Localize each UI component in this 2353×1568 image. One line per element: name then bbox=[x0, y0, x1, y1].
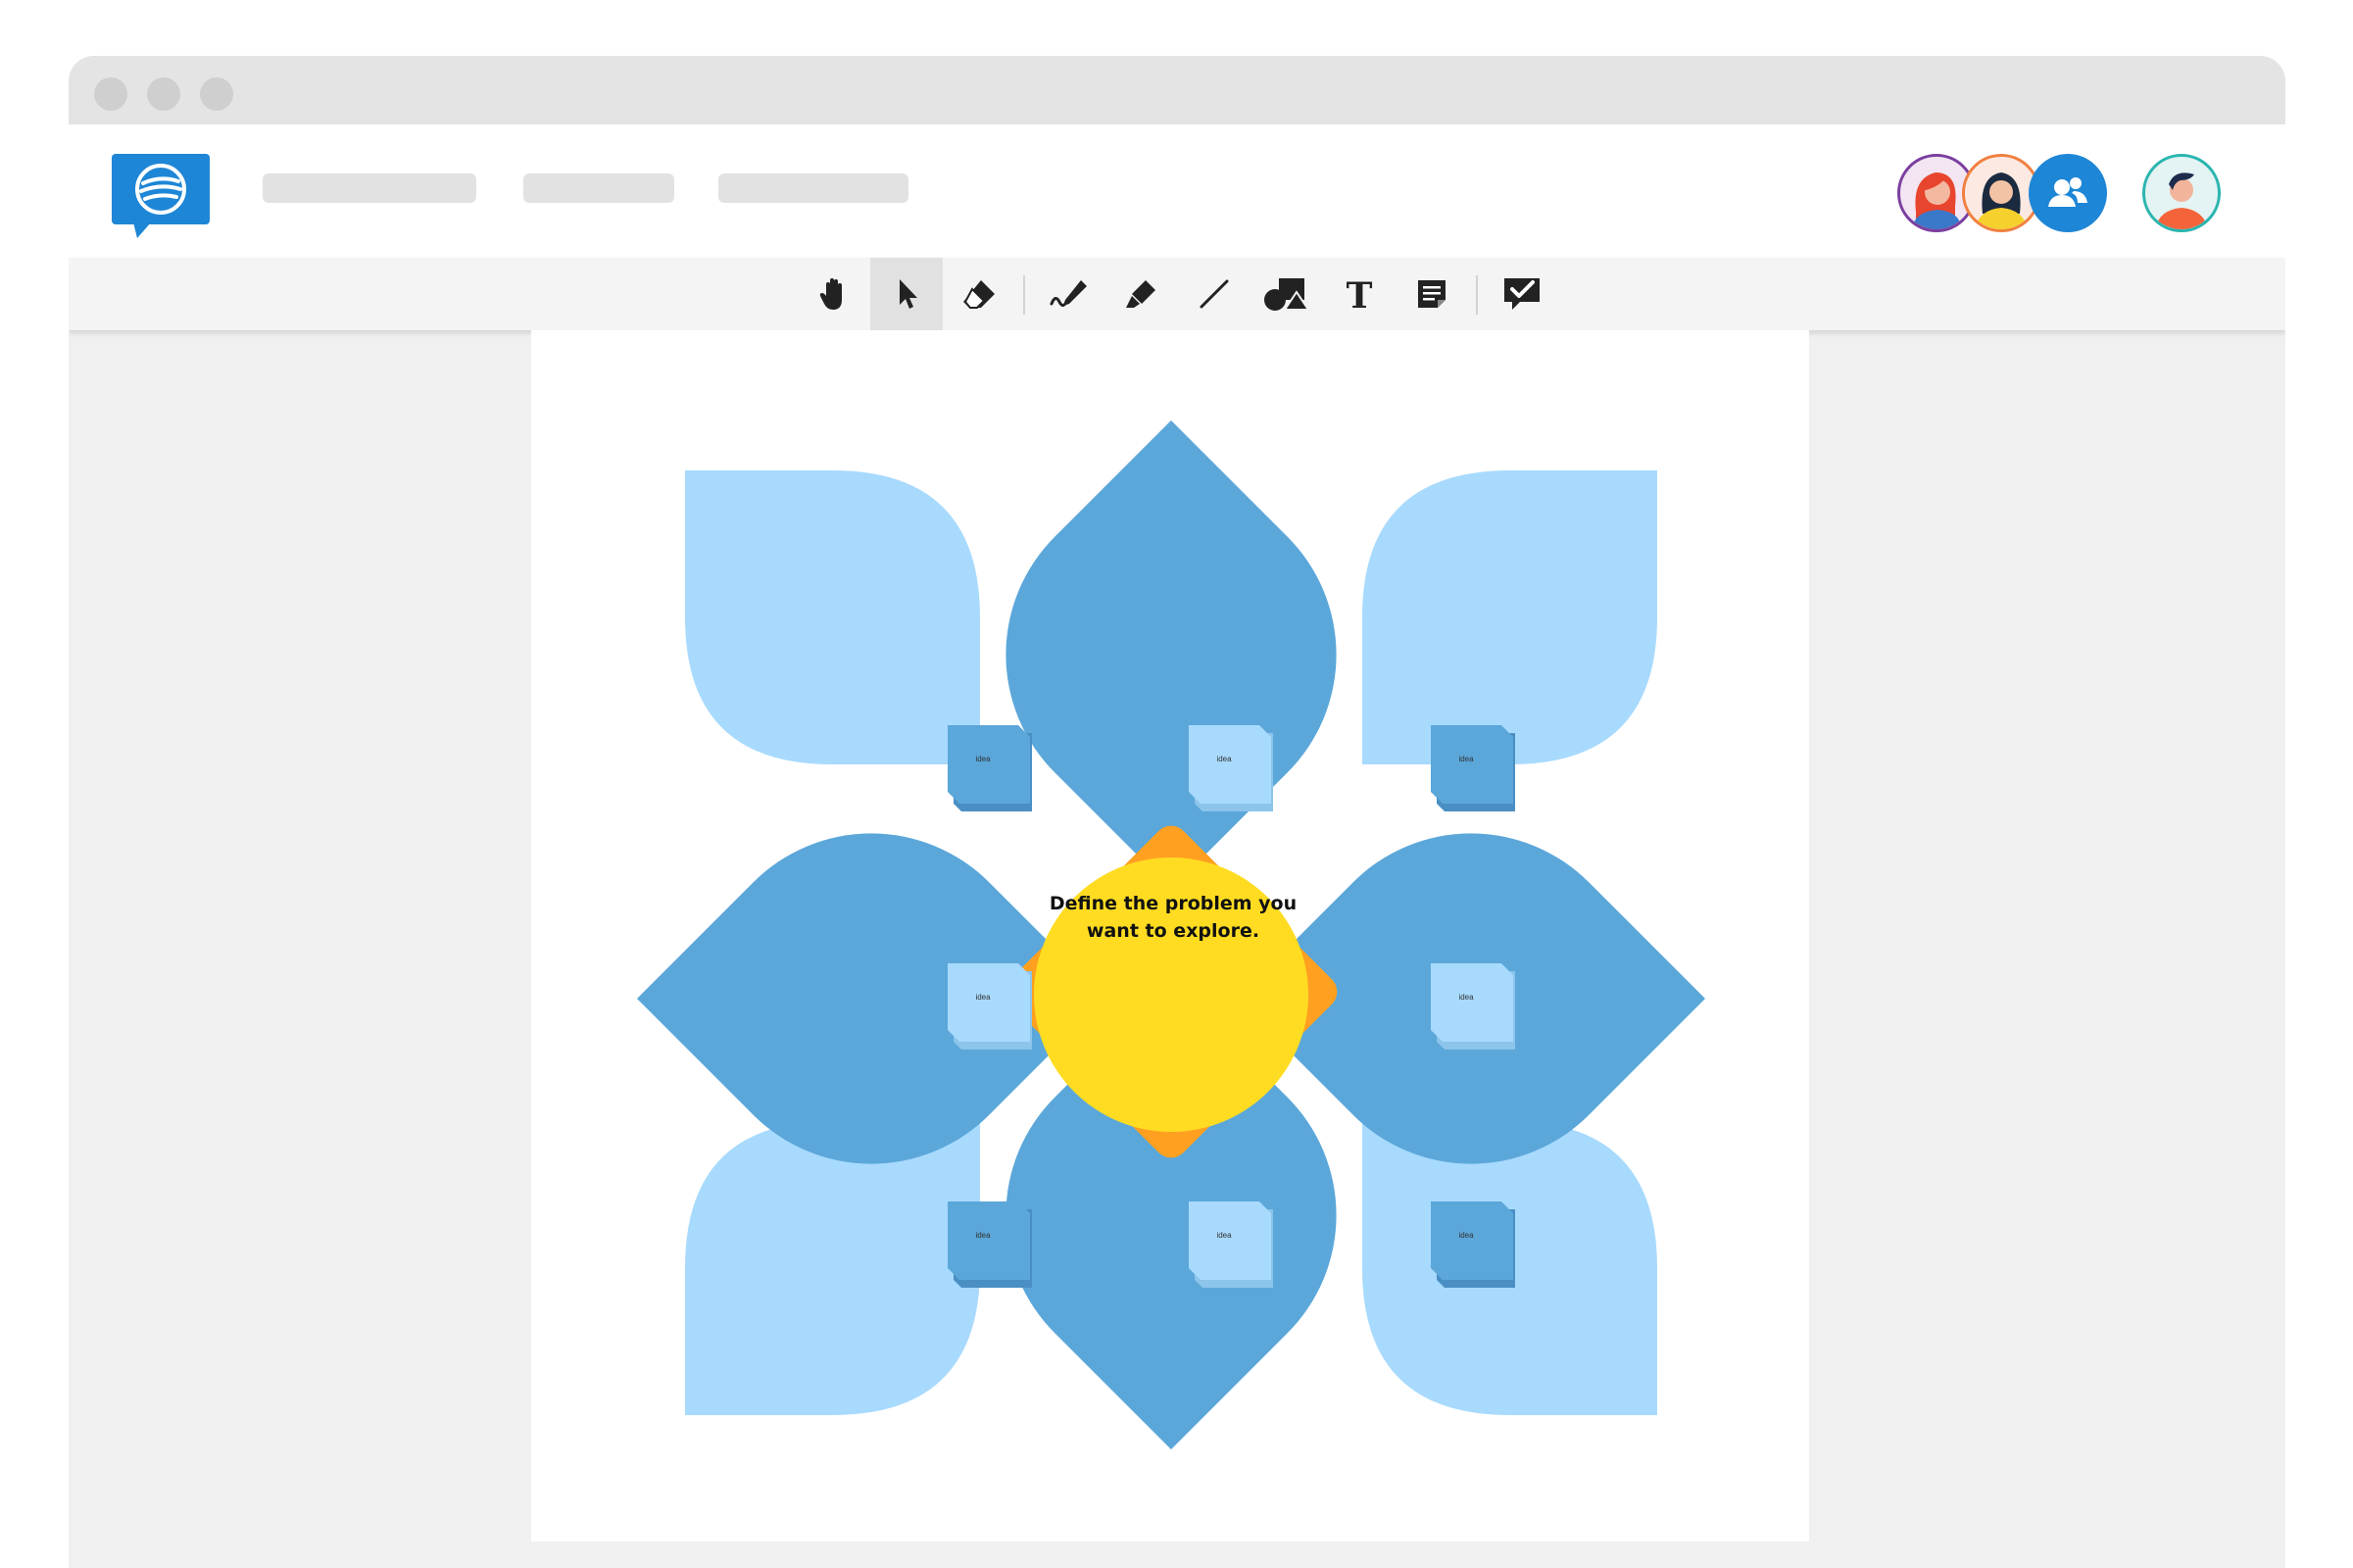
line-icon bbox=[1200, 279, 1229, 309]
sticky-note[interactable]: idea bbox=[1431, 963, 1515, 1050]
sticky-note[interactable]: idea bbox=[948, 1201, 1032, 1288]
sticky-note[interactable]: idea bbox=[1431, 725, 1515, 811]
sticky-note-label: idea bbox=[975, 993, 991, 1002]
shapes-tool[interactable] bbox=[1250, 258, 1323, 330]
participants-icon bbox=[2048, 177, 2087, 207]
hand-icon bbox=[819, 278, 842, 310]
shapes-icon bbox=[1264, 278, 1310, 311]
eraser-icon bbox=[963, 280, 995, 309]
current-user-avatar[interactable] bbox=[2142, 154, 2221, 232]
sticky-note-label: idea bbox=[1216, 1231, 1232, 1240]
select-tool[interactable] bbox=[870, 258, 943, 330]
sticky-note-label: idea bbox=[975, 755, 991, 763]
highlighter-icon bbox=[1126, 280, 1155, 308]
participants-button[interactable] bbox=[2029, 154, 2107, 232]
petal-bottom-left bbox=[685, 1121, 980, 1415]
nav-item-2[interactable] bbox=[523, 173, 674, 203]
cursor-arrow-icon bbox=[900, 279, 917, 309]
sticky-note-label: idea bbox=[1458, 755, 1474, 763]
toolbar-separator bbox=[1023, 275, 1025, 315]
sticky-note-label: idea bbox=[975, 1231, 991, 1240]
drawing-toolbar: T bbox=[69, 258, 2285, 330]
problem-statement-line-1: Define the problem you bbox=[1049, 893, 1298, 914]
sticky-note-icon bbox=[1418, 280, 1446, 308]
sticky-note-label: idea bbox=[1458, 1231, 1474, 1240]
window-close-dot[interactable] bbox=[94, 77, 127, 111]
chat-bubble-logo-icon bbox=[112, 154, 210, 238]
window-titlebar bbox=[69, 56, 2285, 124]
app-logo[interactable] bbox=[112, 154, 210, 245]
problem-statement-line-2: want to explore. bbox=[1086, 920, 1260, 942]
sticky-note[interactable]: idea bbox=[1189, 1201, 1273, 1288]
sticky-note-label: idea bbox=[1458, 993, 1474, 1002]
sticky-note-tool[interactable] bbox=[1396, 258, 1468, 330]
person-avatar-icon bbox=[2155, 172, 2208, 229]
window-minimize-dot[interactable] bbox=[147, 77, 180, 111]
highlighter-tool[interactable] bbox=[1105, 258, 1178, 330]
line-tool[interactable] bbox=[1178, 258, 1250, 330]
petal-top bbox=[1005, 420, 1337, 889]
sticky-note-label: idea bbox=[1216, 755, 1232, 763]
comment-check-icon bbox=[1504, 278, 1540, 310]
hand-tool[interactable] bbox=[798, 258, 870, 330]
svg-text:T: T bbox=[1347, 275, 1373, 314]
petal-top-right bbox=[1362, 470, 1657, 764]
sticky-note[interactable]: idea bbox=[948, 725, 1032, 811]
pen-tool[interactable] bbox=[1033, 258, 1105, 330]
app-window: T Define the problem you want to explore… bbox=[69, 56, 2285, 1568]
text-tool[interactable]: T bbox=[1323, 258, 1396, 330]
problem-statement[interactable]: Define the problem you want to explore. bbox=[1019, 890, 1327, 945]
text-icon: T bbox=[1347, 275, 1373, 314]
feedback-tool[interactable] bbox=[1486, 258, 1558, 330]
sticky-note[interactable]: idea bbox=[1189, 725, 1273, 811]
sticky-note[interactable]: idea bbox=[948, 963, 1032, 1050]
window-maximize-dot[interactable] bbox=[200, 77, 233, 111]
whiteboard-canvas[interactable]: Define the problem you want to explore. … bbox=[531, 330, 1809, 1542]
nav-item-3[interactable] bbox=[718, 173, 908, 203]
pen-icon bbox=[1050, 280, 1087, 307]
person-avatar-icon bbox=[1975, 172, 2028, 229]
petal-top-left bbox=[685, 470, 980, 764]
nav-item-1[interactable] bbox=[263, 173, 476, 203]
eraser-tool[interactable] bbox=[943, 258, 1015, 330]
toolbar-separator bbox=[1476, 275, 1478, 315]
sticky-note[interactable]: idea bbox=[1431, 1201, 1515, 1288]
